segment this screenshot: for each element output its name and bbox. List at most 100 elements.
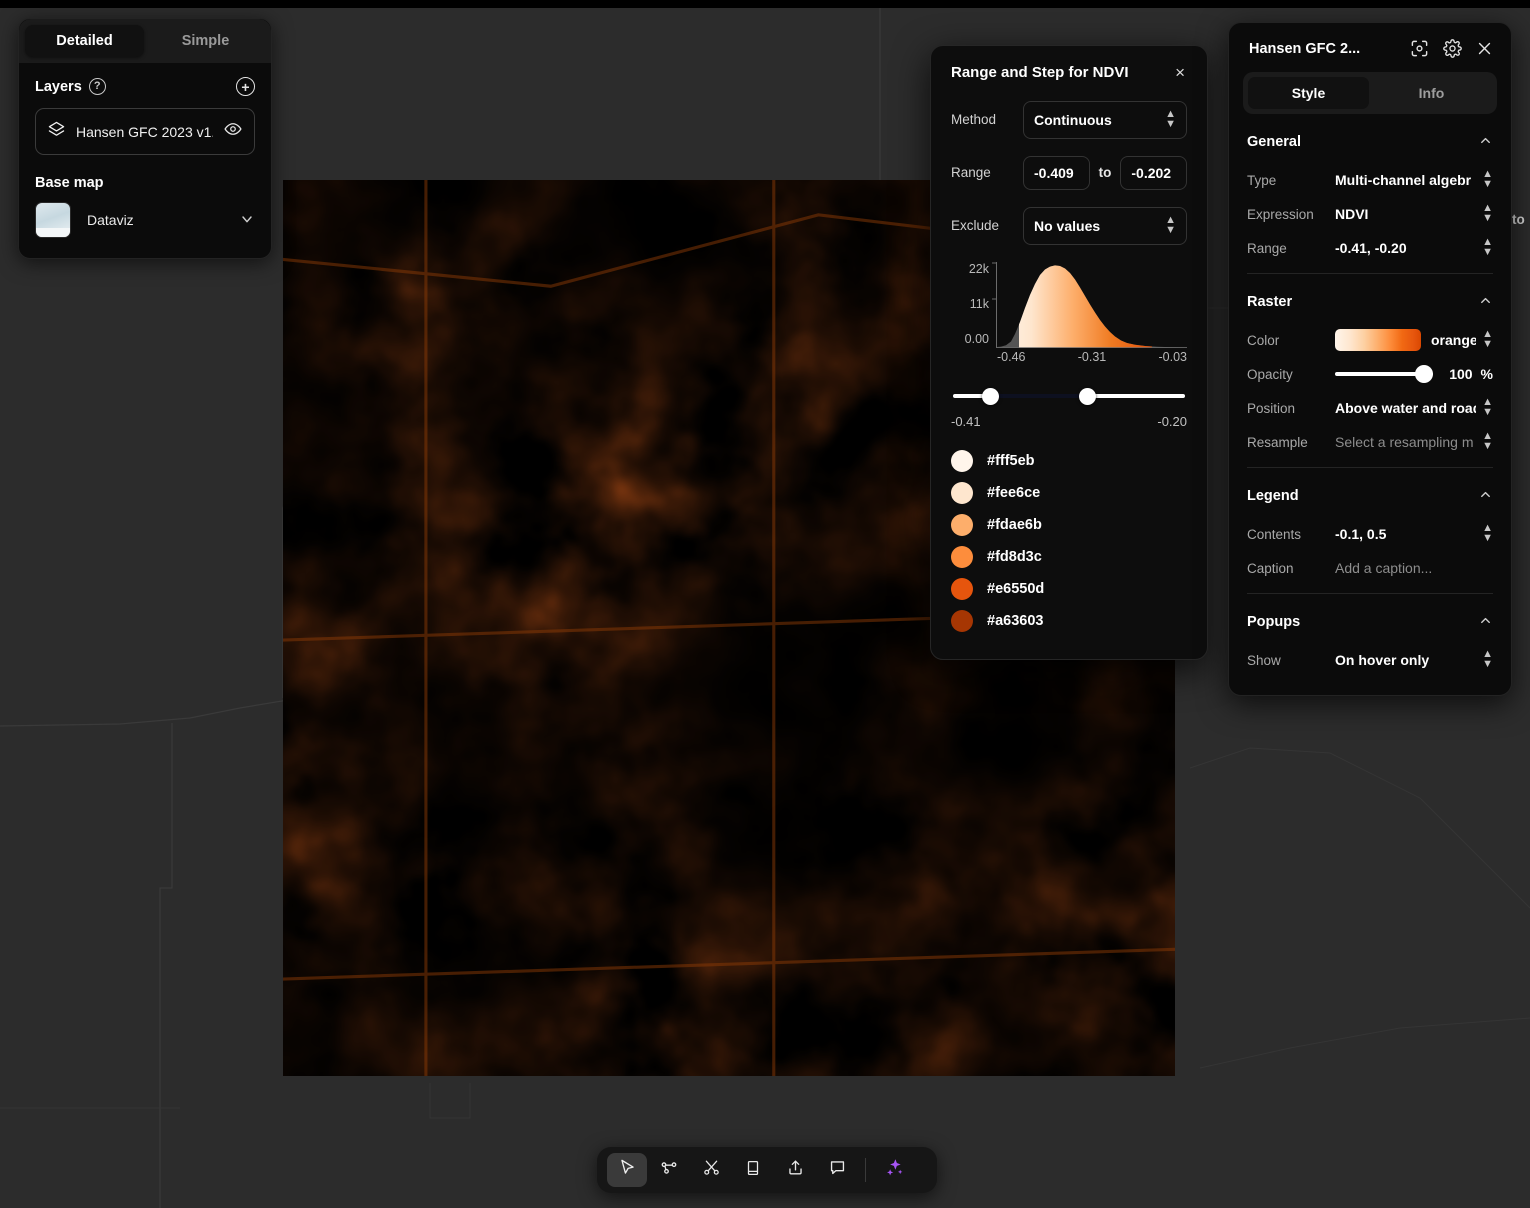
contents-label: Contents <box>1247 527 1335 542</box>
comment-tool[interactable] <box>817 1153 857 1187</box>
method-label: Method <box>951 112 1023 127</box>
x-tick-2: -0.03 <box>1159 350 1188 364</box>
chevron-down-icon[interactable] <box>239 211 255 230</box>
swatch-row[interactable]: #a63603 <box>951 605 1187 637</box>
chevron-updown-icon: ▲▼ <box>1165 110 1176 130</box>
caption-input[interactable]: Add a caption... <box>1335 560 1493 576</box>
speech-bubble-icon <box>828 1158 847 1182</box>
section-title: Popups <box>1247 614 1300 630</box>
tab-detailed[interactable]: Detailed <box>25 25 144 57</box>
section-title: Legend <box>1247 488 1299 504</box>
contents-select[interactable]: -0.1, 0.5 ▲▼ <box>1335 524 1493 544</box>
color-label: Color <box>1247 333 1335 348</box>
color-ramp-name: oranges <box>1431 332 1476 348</box>
y-tick-1: 11k <box>970 297 989 311</box>
exclude-row: Exclude No values ▲▼ <box>951 207 1187 245</box>
opacity-knob[interactable] <box>1415 365 1433 383</box>
section-raster: Raster Color oranges ▲▼ Opacity <box>1229 274 1511 459</box>
slider-labels: -0.41 -0.20 <box>951 414 1187 429</box>
range-select[interactable]: -0.41, -0.20 ▲▼ <box>1335 238 1493 258</box>
gear-icon[interactable] <box>1443 39 1462 58</box>
section-legend-header[interactable]: Legend <box>1243 468 1497 517</box>
resample-label: Resample <box>1247 435 1335 450</box>
chevron-updown-icon: ▲▼ <box>1482 524 1493 544</box>
swatch-row[interactable]: #fee6ce <box>951 477 1187 509</box>
section-title: General <box>1247 134 1301 150</box>
chevron-updown-icon: ▲▼ <box>1482 330 1493 350</box>
color-hex: #fee6ce <box>987 485 1040 501</box>
upload-share-icon <box>786 1158 805 1182</box>
basemap-selector[interactable]: Dataviz <box>35 202 255 238</box>
color-hex: #fdae6b <box>987 517 1042 533</box>
chevron-up-icon[interactable] <box>1478 613 1493 631</box>
color-dot <box>951 514 973 536</box>
add-layer-button[interactable]: + <box>236 77 255 96</box>
tab-style[interactable]: Style <box>1248 77 1369 109</box>
share-tool[interactable] <box>775 1153 815 1187</box>
swatch-row[interactable]: #fdae6b <box>951 509 1187 541</box>
slider-knob-min[interactable] <box>982 388 999 405</box>
position-select[interactable]: Above water and road ▲▼ <box>1335 398 1493 418</box>
slider-max-label: -0.20 <box>1157 414 1187 429</box>
row-resample: Resample Select a resampling m ▲▼ <box>1243 425 1497 459</box>
opacity-slider[interactable] <box>1335 366 1433 382</box>
node-graph-tool[interactable] <box>649 1153 689 1187</box>
tab-info[interactable]: Info <box>1371 77 1492 109</box>
row-type: Type Multi-channel algebr ▲▼ <box>1243 163 1497 197</box>
exclude-select[interactable]: No values ▲▼ <box>1023 207 1187 245</box>
style-info-tabs: Style Info <box>1243 72 1497 114</box>
close-icon[interactable]: × <box>1173 64 1187 81</box>
chevron-up-icon[interactable] <box>1478 487 1493 505</box>
row-show: Show On hover only ▲▼ <box>1243 643 1497 677</box>
chevron-updown-icon: ▲▼ <box>1482 238 1493 258</box>
swatch-row[interactable]: #e6550d <box>951 573 1187 605</box>
range-to-input[interactable]: -0.202 <box>1120 156 1187 190</box>
show-select[interactable]: On hover only ▲▼ <box>1335 650 1493 670</box>
color-hex: #fd8d3c <box>987 549 1042 565</box>
expression-select[interactable]: NDVI ▲▼ <box>1335 204 1493 224</box>
opacity-unit: % <box>1481 366 1493 382</box>
layers-panel: Detailed Simple Layers ? + Hansen GFC 20… <box>18 18 272 259</box>
select-cursor-tool[interactable] <box>607 1153 647 1187</box>
x-tick-0: -0.46 <box>997 350 1026 364</box>
slider-knob-max[interactable] <box>1079 388 1096 405</box>
section-raster-header[interactable]: Raster <box>1243 274 1497 323</box>
range-to-label: to <box>1099 165 1112 180</box>
tab-simple[interactable]: Simple <box>146 25 265 57</box>
cursor-arrow-icon <box>618 1158 637 1182</box>
chevron-up-icon[interactable] <box>1478 293 1493 311</box>
layer-style-panel: Hansen GFC 2... Style <box>1228 22 1512 696</box>
chevron-up-icon[interactable] <box>1478 133 1493 151</box>
eye-icon[interactable] <box>224 120 242 143</box>
resample-select[interactable]: Select a resampling m ▲▼ <box>1335 432 1493 452</box>
color-swatch-list: #fff5eb #fee6ce #fdae6b #fd8d3c #e6550d … <box>951 445 1187 637</box>
histogram-chart: 22k 11k 0.00 <box>951 262 1187 368</box>
exclude-label: Exclude <box>951 218 1023 233</box>
contents-value: -0.1, 0.5 <box>1335 526 1386 542</box>
cut-tool[interactable] <box>691 1153 731 1187</box>
opacity-value[interactable]: 100 <box>1443 366 1473 382</box>
histogram-y-axis: 22k 11k 0.00 <box>951 262 993 348</box>
help-icon[interactable]: ? <box>89 78 106 95</box>
swatch-row[interactable]: #fff5eb <box>951 445 1187 477</box>
layer-name: Hansen GFC 2023 v1.11... <box>76 124 213 140</box>
swatch-row[interactable]: #fd8d3c <box>951 541 1187 573</box>
book-tool[interactable] <box>733 1153 773 1187</box>
chevron-updown-icon: ▲▼ <box>1482 398 1493 418</box>
type-select[interactable]: Multi-channel algebr ▲▼ <box>1335 170 1493 190</box>
color-dot <box>951 450 973 472</box>
section-popups-header[interactable]: Popups <box>1243 594 1497 643</box>
layer-list-item[interactable]: Hansen GFC 2023 v1.11... <box>35 108 255 155</box>
section-general-header[interactable]: General <box>1243 114 1497 163</box>
ai-assist-tool[interactable] <box>874 1153 914 1187</box>
color-ramp-select[interactable]: oranges ▲▼ <box>1335 329 1493 351</box>
range-slider[interactable] <box>953 388 1185 404</box>
layers-panel-body: Layers ? + Hansen GFC 2023 v1.11... <box>19 63 271 258</box>
range-from-input[interactable]: -0.409 <box>1023 156 1090 190</box>
close-icon[interactable] <box>1476 40 1493 57</box>
color-dot <box>951 482 973 504</box>
method-select[interactable]: Continuous ▲▼ <box>1023 101 1187 139</box>
basemap-title: Base map <box>35 175 255 191</box>
bottom-toolbar <box>597 1147 937 1193</box>
focus-layer-icon[interactable] <box>1410 39 1429 58</box>
